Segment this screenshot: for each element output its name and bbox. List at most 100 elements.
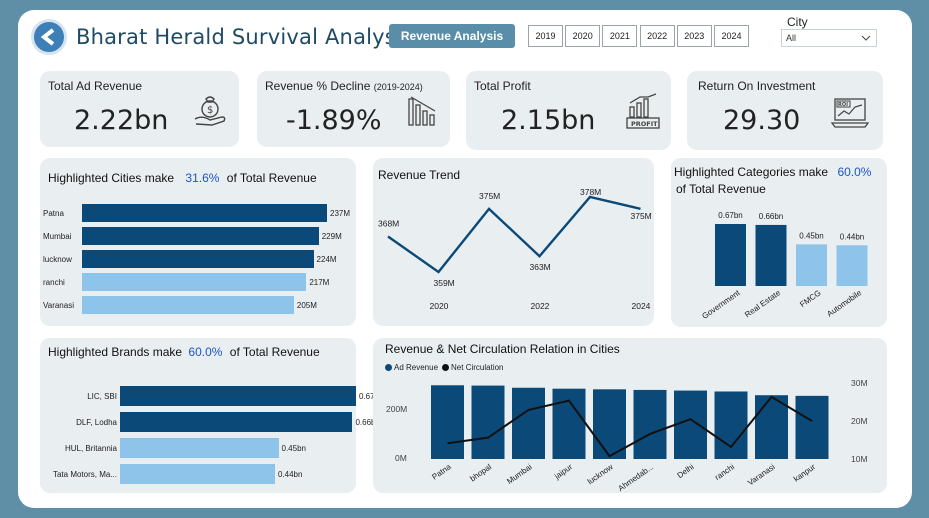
- x-tick-label: 2024: [632, 301, 651, 311]
- kpi-label: Revenue % Decline (2019-2024): [265, 79, 423, 93]
- revenue-circulation-chart: Patna bhopal Mumbai jaipur lucknow Ahmedab...…: [386, 378, 868, 493]
- y-tick-label: 10M: [851, 454, 868, 464]
- money-bag-hand-icon: $: [194, 96, 226, 126]
- bar: [431, 385, 464, 459]
- bar: [593, 389, 626, 459]
- data-label: 359M: [434, 278, 455, 288]
- x-tick-label: bhopal: [468, 462, 493, 483]
- x-tick-label: Government: [700, 288, 742, 321]
- bar: [82, 227, 319, 245]
- kpi-value: 29.30: [723, 105, 801, 136]
- y-tick-label: 200M: [386, 404, 407, 414]
- bar-label: ranchi: [43, 278, 65, 287]
- bar: [120, 464, 275, 484]
- bar-label: HUL, Britannia: [64, 444, 117, 453]
- bar-value-label: 0.67bn: [718, 211, 742, 220]
- svg-text:$: $: [207, 105, 213, 116]
- bar: [120, 438, 279, 458]
- bar: [471, 385, 505, 459]
- bar-label: Mumbai: [43, 232, 72, 241]
- x-tick-label: ranchi: [713, 462, 736, 482]
- x-tick-label: lucknow: [586, 462, 615, 486]
- bar: [120, 412, 353, 432]
- bar: [552, 388, 586, 459]
- year-button-2021[interactable]: 2021: [602, 25, 638, 47]
- bar-label: Tata Motors, Ma...: [52, 470, 117, 479]
- bar: [714, 391, 748, 459]
- bar-value-label: 217M: [309, 278, 330, 287]
- bar-value-label: 0.44bn: [840, 232, 864, 241]
- bar: [82, 296, 294, 314]
- kpi-card-ad-revenue: Total Ad Revenue 2.22bn $: [40, 71, 239, 147]
- kpi-card-total-profit: Total Profit 2.15bn PROFIT: [466, 71, 671, 150]
- revenue-circulation-card: Revenue & Net Circulation Relation in Ci…: [373, 338, 887, 493]
- kpi-value: 2.22bn: [74, 105, 169, 136]
- bar: [795, 395, 829, 459]
- x-tick-label: Automobile: [825, 288, 863, 319]
- year-button-2023[interactable]: 2023: [676, 25, 712, 47]
- year-button-2024[interactable]: 2024: [714, 25, 749, 47]
- svg-text:PROFIT: PROFIT: [631, 120, 658, 128]
- highlighted-brands-card: Highlighted Brands make 60.0% of Total R…: [40, 338, 383, 493]
- revenue-trend-card: Revenue Trend 368M 359M 375M 363M 378M 375M 20…: [373, 158, 654, 326]
- kpi-value: -1.89%: [286, 105, 382, 136]
- kpi-card-roi: Return On Investment 29.30 ROI: [687, 71, 883, 150]
- bar: [836, 245, 868, 286]
- bar-value-label: 224M: [316, 255, 337, 264]
- bar: [755, 224, 787, 286]
- bar-value-label: 0.44bn: [277, 470, 303, 479]
- x-tick-label: Patna: [430, 462, 453, 482]
- svg-text:ROI: ROI: [838, 102, 848, 108]
- bar-label: Varanasi: [43, 301, 74, 310]
- revenue-trend-chart: 368M 359M 375M 363M 378M 375M 2020 2022 2024: [378, 187, 652, 311]
- bar-value-label: 0.45bn: [281, 444, 306, 453]
- city-filter-dropdown[interactable]: All: [781, 29, 877, 47]
- year-button-2020[interactable]: 2020: [565, 25, 601, 47]
- bar: [715, 224, 746, 286]
- data-label: 368M: [378, 218, 399, 228]
- x-tick-label: jaipur: [552, 462, 574, 481]
- x-tick-label: Delhi: [676, 462, 696, 480]
- year-button-2019[interactable]: 2019: [528, 25, 563, 47]
- highlighted-cities-card: Highlighted Cities make 31.6% of Total R…: [40, 158, 356, 326]
- bar-label: LIC, SBI: [87, 392, 117, 401]
- bar-label: Patna: [43, 209, 64, 218]
- bar: [674, 390, 707, 459]
- x-tick-label: 2022: [531, 301, 550, 311]
- bar-value-label: 0.66bn: [759, 212, 783, 221]
- card-title: Highlighted Cities make 31.6% of Total R…: [48, 171, 317, 185]
- year-button-2022[interactable]: 2022: [639, 25, 675, 47]
- bar-value-label: 229M: [321, 232, 342, 241]
- kpi-card-revenue-decline: Revenue % Decline (2019-2024) -1.89%: [257, 71, 450, 147]
- highlighted-categories-card: Highlighted Categories make 60.0% of Tot…: [671, 158, 887, 327]
- data-label: 375M: [631, 211, 652, 221]
- card-title: Highlighted Brands make 60.0% of Total R…: [48, 345, 320, 359]
- x-tick-label: 2020: [430, 301, 449, 311]
- y-tick-label: 0M: [395, 453, 407, 463]
- categories-chart: 0.67bn Government 0.66bn Real Estate 0.45bn F…: [700, 211, 868, 321]
- bar: [796, 244, 827, 286]
- revenue-analysis-button[interactable]: Revenue Analysis: [389, 24, 515, 48]
- x-tick-label: Varanasi: [746, 462, 777, 487]
- bar: [82, 204, 327, 222]
- x-tick-label: FMCG: [798, 288, 822, 309]
- x-tick-label: Mumbai: [505, 462, 534, 486]
- city-filter-label: City: [787, 15, 808, 29]
- bar-label: lucknow: [43, 255, 72, 264]
- bar: [633, 389, 667, 459]
- profit-growth-icon: PROFIT: [626, 93, 660, 129]
- declining-bars-icon: [408, 96, 436, 126]
- revenue-trend-line: [387, 195, 641, 274]
- data-label: 363M: [530, 262, 551, 272]
- data-label: 375M: [479, 191, 500, 201]
- y-tick-label: 20M: [851, 416, 868, 426]
- x-tick-label: kanpur: [792, 462, 817, 484]
- kpi-label: Return On Investment: [698, 79, 816, 93]
- city-filter-value: All: [786, 33, 797, 43]
- roi-laptop-icon: ROI: [831, 98, 869, 128]
- x-tick-label: Ahmedab...: [616, 462, 655, 493]
- logo-icon: [31, 19, 67, 55]
- bar-label: DLF, Lodha: [76, 418, 117, 427]
- data-label: 378M: [580, 187, 601, 197]
- kpi-value: 2.15bn: [501, 105, 596, 136]
